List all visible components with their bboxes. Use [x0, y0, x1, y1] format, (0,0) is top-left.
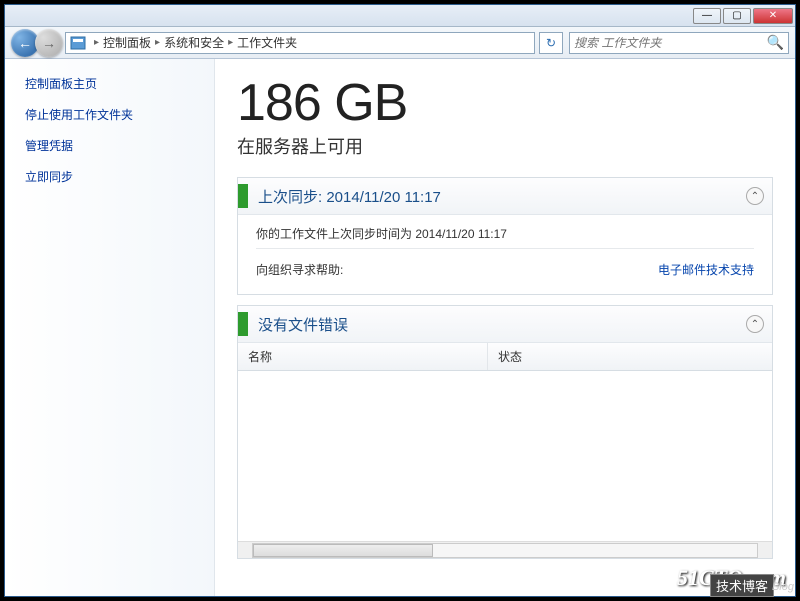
sync-panel-body: 你的工作文件上次同步时间为 2014/11/20 11:17 向组织寻求帮助: …: [238, 215, 772, 294]
breadcrumb-item[interactable]: 控制面板: [103, 34, 151, 51]
refresh-button[interactable]: ↻: [539, 32, 563, 54]
errors-panel-title: 没有文件错误: [258, 314, 746, 335]
errors-table-header: 名称 状态: [238, 343, 772, 371]
sidebar-link-syncnow[interactable]: 立即同步: [25, 168, 214, 185]
sync-panel-title: 上次同步: 2014/11/20 11:17: [258, 186, 746, 207]
sidebar-link-stop[interactable]: 停止使用工作文件夹: [25, 106, 214, 123]
sync-status-text: 你的工作文件上次同步时间为 2014/11/20 11:17: [256, 225, 754, 242]
nav-buttons: ← →: [11, 29, 59, 57]
control-panel-icon: [70, 35, 86, 51]
errors-panel: 没有文件错误 ⌃ 名称 状态: [237, 305, 773, 559]
collapse-toggle[interactable]: ⌃: [746, 315, 764, 333]
search-icon[interactable]: 🔍: [767, 34, 784, 51]
titlebar: — ▢ ✕: [5, 5, 795, 27]
sidebar-link-home[interactable]: 控制面板主页: [25, 75, 214, 92]
collapse-toggle[interactable]: ⌃: [746, 187, 764, 205]
help-label: 向组织寻求帮助:: [256, 261, 343, 278]
storage-value: 186 GB: [237, 73, 773, 133]
sidebar: 控制面板主页 停止使用工作文件夹 管理凭据 立即同步: [5, 59, 215, 596]
scrollbar-thumb[interactable]: [253, 544, 433, 557]
maximize-button[interactable]: ▢: [723, 8, 751, 24]
search-box[interactable]: 🔍: [569, 32, 789, 54]
sync-panel: 上次同步: 2014/11/20 11:17 ⌃ 你的工作文件上次同步时间为 2…: [237, 177, 773, 295]
chevron-right-icon: ▸: [155, 37, 160, 48]
storage-label: 在服务器上可用: [237, 133, 773, 159]
content-area: 186 GB 在服务器上可用 上次同步: 2014/11/20 11:17 ⌃ …: [215, 59, 795, 596]
window-frame: — ▢ ✕ ← → ▸ 控制面板 ▸ 系统和安全 ▸ 工作文件夹 ↻ 🔍 控制面…: [4, 4, 796, 597]
chevron-right-icon: ▸: [94, 37, 99, 48]
errors-panel-header[interactable]: 没有文件错误 ⌃: [238, 306, 772, 343]
breadcrumb-item[interactable]: 工作文件夹: [237, 34, 297, 51]
sidebar-link-creds[interactable]: 管理凭据: [25, 137, 214, 154]
sync-panel-header[interactable]: 上次同步: 2014/11/20 11:17 ⌃: [238, 178, 772, 215]
chevron-right-icon: ▸: [228, 37, 233, 48]
breadcrumb[interactable]: ▸ 控制面板 ▸ 系统和安全 ▸ 工作文件夹: [65, 32, 535, 54]
col-name[interactable]: 名称: [238, 343, 488, 370]
navbar: ← → ▸ 控制面板 ▸ 系统和安全 ▸ 工作文件夹 ↻ 🔍: [5, 27, 795, 59]
help-row: 向组织寻求帮助: 电子邮件技术支持: [256, 255, 754, 284]
window-body: 控制面板主页 停止使用工作文件夹 管理凭据 立即同步 186 GB 在服务器上可…: [5, 59, 795, 596]
scrollbar-track[interactable]: [252, 543, 758, 558]
status-bar-icon: [238, 312, 248, 336]
close-button[interactable]: ✕: [753, 8, 793, 24]
status-bar-icon: [238, 184, 248, 208]
divider: [256, 248, 754, 249]
breadcrumb-item[interactable]: 系统和安全: [164, 34, 224, 51]
horizontal-scrollbar[interactable]: [238, 541, 772, 558]
errors-empty-list: [238, 371, 772, 541]
forward-button[interactable]: →: [35, 29, 63, 57]
col-status[interactable]: 状态: [488, 343, 772, 370]
minimize-button[interactable]: —: [693, 8, 721, 24]
help-link[interactable]: 电子邮件技术支持: [658, 261, 754, 278]
search-input[interactable]: [574, 36, 767, 50]
